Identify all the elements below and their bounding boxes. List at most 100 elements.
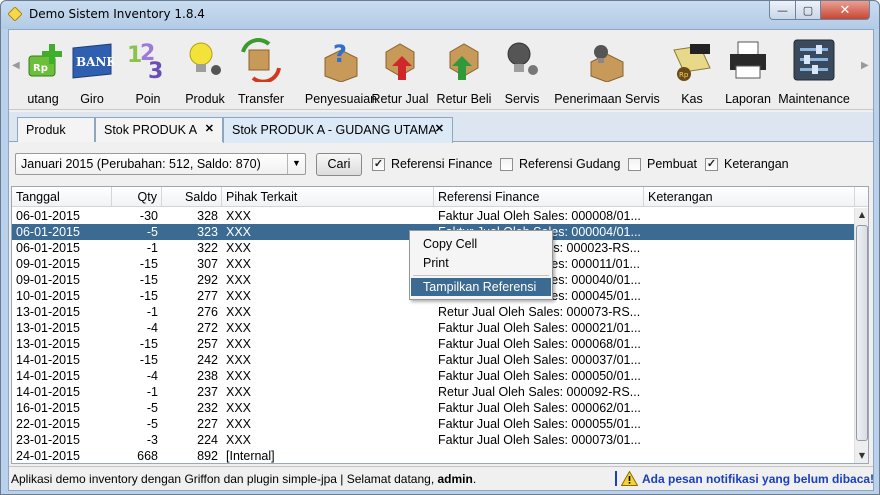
cell-qty[interactable]: -5 bbox=[112, 224, 162, 240]
cell-tanggal[interactable]: 22-01-2015 bbox=[12, 416, 112, 432]
table-row[interactable]: 23-01-2015 -3 224 XXX Faktur Jual Oleh Sales… bbox=[12, 432, 854, 448]
cell-qty[interactable]: -4 bbox=[112, 368, 162, 384]
toolbar-retur-jual-button[interactable]: Retur Jual bbox=[371, 36, 429, 108]
scrollbar-thumb[interactable] bbox=[856, 225, 868, 441]
toolbar-giro-button[interactable]: BANK Giro bbox=[69, 36, 115, 108]
cell-pihak-terkait[interactable]: XXX bbox=[222, 304, 434, 320]
table-row[interactable]: 13-01-2015 -15 257 XXX Faktur Jual Oleh Sale… bbox=[12, 336, 854, 352]
cell-pihak-terkait[interactable]: XXX bbox=[222, 208, 434, 224]
cell-referensi-finance[interactable]: Faktur Jual Oleh Sales: 000055/01... bbox=[434, 416, 644, 432]
cell-saldo[interactable]: 237 bbox=[162, 384, 222, 400]
cell-pihak-terkait[interactable]: [Internal] bbox=[222, 448, 434, 463]
cell-pihak-terkait[interactable]: XXX bbox=[222, 336, 434, 352]
toolbar-retur-beli-button[interactable]: Retur Beli bbox=[435, 36, 493, 108]
column-header-pihak-terkait[interactable]: Pihak Terkait bbox=[222, 187, 434, 207]
checkbox-keterangan[interactable]: ✓ Keterangan bbox=[705, 157, 789, 171]
notification-link[interactable]: Ada pesan notifikasi yang belum dibaca! bbox=[621, 471, 874, 486]
cell-tanggal[interactable]: 06-01-2015 bbox=[12, 208, 112, 224]
table-row[interactable]: 13-01-2015 -1 276 XXX Retur Jual Oleh Sales:… bbox=[12, 304, 854, 320]
cell-referensi-finance[interactable]: Retur Jual Oleh Sales: 000092-RS... bbox=[434, 384, 644, 400]
cell-keterangan[interactable] bbox=[644, 256, 854, 272]
cell-pihak-terkait[interactable]: XXX bbox=[222, 416, 434, 432]
cell-tanggal[interactable]: 10-01-2015 bbox=[12, 288, 112, 304]
checkbox-referensi-finance[interactable]: ✓ Referensi Finance bbox=[372, 157, 492, 171]
maximize-button[interactable]: ▢ bbox=[795, 1, 821, 20]
toolbar-poin-button[interactable]: 1 2 3 Poin bbox=[125, 36, 171, 108]
toolbar-penerimaan-servis-button[interactable]: Penerimaan Servis bbox=[551, 36, 663, 108]
cell-keterangan[interactable] bbox=[644, 208, 854, 224]
checkbox-box[interactable] bbox=[628, 157, 641, 171]
cell-referensi-finance[interactable] bbox=[434, 448, 644, 463]
cell-keterangan[interactable] bbox=[644, 288, 854, 304]
cell-qty[interactable]: -5 bbox=[112, 400, 162, 416]
close-button[interactable]: ✕ bbox=[820, 1, 870, 20]
cell-pihak-terkait[interactable]: XXX bbox=[222, 432, 434, 448]
cell-referensi-finance[interactable]: Faktur Jual Oleh Sales: 000050/01... bbox=[434, 368, 644, 384]
cell-saldo[interactable]: 277 bbox=[162, 288, 222, 304]
cell-tanggal[interactable]: 13-01-2015 bbox=[12, 304, 112, 320]
cell-saldo[interactable]: 276 bbox=[162, 304, 222, 320]
cell-saldo[interactable]: 224 bbox=[162, 432, 222, 448]
toolbar-transfer-button[interactable]: Transfer bbox=[235, 36, 287, 108]
cell-qty[interactable]: -1 bbox=[112, 240, 162, 256]
cell-referensi-finance[interactable]: Faktur Jual Oleh Sales: 000073/01... bbox=[434, 432, 644, 448]
toolbar-kas-button[interactable]: Rp Kas bbox=[669, 36, 715, 108]
cell-saldo[interactable]: 242 bbox=[162, 352, 222, 368]
cell-referensi-finance[interactable]: Faktur Jual Oleh Sales: 000037/01... bbox=[434, 352, 644, 368]
table-row[interactable]: 06-01-2015 -30 328 XXX Faktur Jual Oleh Sale… bbox=[12, 208, 854, 224]
cell-pihak-terkait[interactable]: XXX bbox=[222, 320, 434, 336]
cell-pihak-terkait[interactable]: XXX bbox=[222, 288, 434, 304]
table-row[interactable]: 16-01-2015 -5 232 XXX Faktur Jual Oleh Sales… bbox=[12, 400, 854, 416]
cell-pihak-terkait[interactable]: XXX bbox=[222, 272, 434, 288]
cell-tanggal[interactable]: 14-01-2015 bbox=[12, 384, 112, 400]
table-row[interactable]: 14-01-2015 -1 237 XXX Retur Jual Oleh Sales:… bbox=[12, 384, 854, 400]
cell-pihak-terkait[interactable]: XXX bbox=[222, 352, 434, 368]
cell-referensi-finance[interactable]: Faktur Jual Oleh Sales: 000021/01... bbox=[434, 320, 644, 336]
minimize-button[interactable]: — bbox=[769, 1, 796, 20]
cell-keterangan[interactable] bbox=[644, 368, 854, 384]
cell-qty[interactable]: -15 bbox=[112, 272, 162, 288]
checkbox-pembuat[interactable]: Pembuat bbox=[628, 157, 697, 171]
tab-stok-produk-a[interactable]: Stok PRODUK A ✕ bbox=[95, 117, 223, 142]
tab-stok-produk-a-gudang-utama[interactable]: Stok PRODUK A - GUDANG UTAMA ✕ bbox=[223, 117, 453, 143]
cell-pihak-terkait[interactable]: XXX bbox=[222, 400, 434, 416]
cell-saldo[interactable]: 257 bbox=[162, 336, 222, 352]
toolbar-servis-button[interactable]: Servis bbox=[501, 36, 543, 108]
column-header-saldo[interactable]: Saldo bbox=[162, 187, 222, 207]
cell-referensi-finance[interactable]: Faktur Jual Oleh Sales: 000008/01... bbox=[434, 208, 644, 224]
cell-qty[interactable]: 668 bbox=[112, 448, 162, 463]
cell-saldo[interactable]: 292 bbox=[162, 272, 222, 288]
column-header-tanggal[interactable]: Tanggal bbox=[12, 187, 112, 207]
checkbox-box[interactable]: ✓ bbox=[705, 157, 718, 171]
cell-tanggal[interactable]: 14-01-2015 bbox=[12, 368, 112, 384]
chevron-down-icon[interactable]: ▼ bbox=[287, 154, 305, 174]
toolbar-laporan-button[interactable]: Laporan bbox=[721, 36, 775, 108]
column-header-qty[interactable]: Qty bbox=[112, 187, 162, 207]
cell-tanggal[interactable]: 09-01-2015 bbox=[12, 272, 112, 288]
cell-saldo[interactable]: 272 bbox=[162, 320, 222, 336]
cell-keterangan[interactable] bbox=[644, 352, 854, 368]
period-select[interactable]: Januari 2015 (Perubahan: 512, Saldo: 870… bbox=[15, 153, 306, 175]
table-row[interactable]: 14-01-2015 -4 238 XXX Faktur Jual Oleh Sales… bbox=[12, 368, 854, 384]
cell-keterangan[interactable] bbox=[644, 240, 854, 256]
cell-saldo[interactable]: 322 bbox=[162, 240, 222, 256]
cell-referensi-finance[interactable]: Retur Jual Oleh Sales: 000073-RS... bbox=[434, 304, 644, 320]
cell-tanggal[interactable]: 06-01-2015 bbox=[12, 224, 112, 240]
cell-keterangan[interactable] bbox=[644, 400, 854, 416]
cell-tanggal[interactable]: 09-01-2015 bbox=[12, 256, 112, 272]
cell-pihak-terkait[interactable]: XXX bbox=[222, 224, 434, 240]
vertical-scrollbar[interactable]: ▲ ▼ bbox=[854, 208, 868, 463]
cell-saldo[interactable]: 323 bbox=[162, 224, 222, 240]
cell-keterangan[interactable] bbox=[644, 304, 854, 320]
cell-pihak-terkait[interactable]: XXX bbox=[222, 368, 434, 384]
cell-referensi-finance[interactable]: Faktur Jual Oleh Sales: 000062/01... bbox=[434, 400, 644, 416]
cell-qty[interactable]: -15 bbox=[112, 288, 162, 304]
toolbar-utang-button[interactable]: Rp utang bbox=[23, 36, 63, 108]
table-row[interactable]: 13-01-2015 -4 272 XXX Faktur Jual Oleh Sales… bbox=[12, 320, 854, 336]
toolbar-scroll-right-icon[interactable]: ▶ bbox=[861, 60, 869, 71]
cell-pihak-terkait[interactable]: XXX bbox=[222, 240, 434, 256]
checkbox-referensi-gudang[interactable]: Referensi Gudang bbox=[500, 157, 620, 171]
cell-keterangan[interactable] bbox=[644, 224, 854, 240]
cell-qty[interactable]: -15 bbox=[112, 352, 162, 368]
cell-tanggal[interactable]: 13-01-2015 bbox=[12, 336, 112, 352]
